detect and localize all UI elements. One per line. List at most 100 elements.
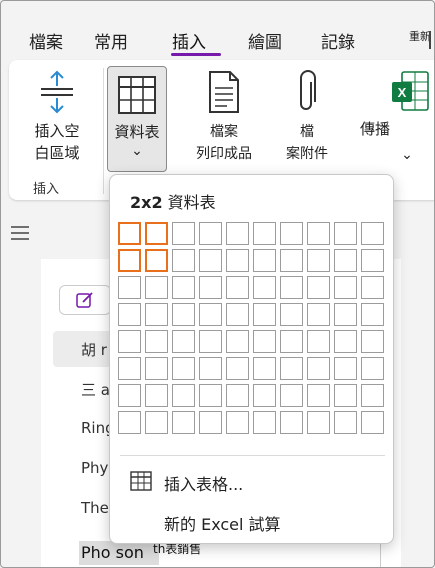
table-grid-cell[interactable] [172,249,195,272]
tab-file[interactable]: 檔案 [29,28,63,53]
table-grid-cell[interactable] [280,303,303,326]
table-grid-cell[interactable] [253,411,276,434]
table-grid-cell[interactable] [334,330,357,353]
table-grid-cell[interactable] [118,222,141,245]
table-grid-cell[interactable] [172,303,195,326]
table-grid-cell[interactable] [226,303,249,326]
table-grid-cell[interactable] [118,330,141,353]
table-grid-cell[interactable] [172,357,195,380]
table-grid-cell[interactable] [199,357,222,380]
table-button[interactable]: 資料表 ⌄ [107,66,167,172]
table-grid-cell[interactable] [307,222,330,245]
table-grid-cell[interactable] [253,357,276,380]
table-grid-cell[interactable] [145,222,168,245]
table-grid-cell[interactable] [226,384,249,407]
table-grid-cell[interactable] [145,303,168,326]
table-grid-cell[interactable] [199,330,222,353]
tab-insert[interactable]: 插入 [172,28,206,53]
table-grid-cell[interactable] [172,384,195,407]
table-grid-cell[interactable] [307,357,330,380]
table-grid-cell[interactable] [145,276,168,299]
table-grid-cell[interactable] [199,249,222,272]
table-grid-cell[interactable] [307,249,330,272]
table-grid-cell[interactable] [199,222,222,245]
table-grid-cell[interactable] [334,303,357,326]
table-grid-cell[interactable] [361,330,384,353]
new-excel-spreadsheet-menu-item[interactable]: 新的 Excel 試算 [164,511,281,535]
table-grid-cell[interactable] [145,384,168,407]
page-item-title[interactable]: Pho son [81,543,144,562]
table-grid-cell[interactable] [361,222,384,245]
table-grid-cell[interactable] [172,411,195,434]
table-grid-cell[interactable] [280,249,303,272]
table-grid-cell[interactable] [226,357,249,380]
table-grid-cell[interactable] [253,249,276,272]
tab-record[interactable]: 記錄 [321,28,355,53]
table-grid-cell[interactable] [361,384,384,407]
table-grid-cell[interactable] [253,303,276,326]
table-grid-cell[interactable] [118,249,141,272]
table-grid-cell[interactable] [280,357,303,380]
table-grid-cell[interactable] [199,276,222,299]
table-grid-cell[interactable] [145,357,168,380]
table-grid-cell[interactable] [361,276,384,299]
tab-more[interactable]: 重新 [409,28,431,44]
table-grid-cell[interactable] [280,384,303,407]
list-item[interactable]: 胡 r [81,339,107,360]
table-grid-cell[interactable] [253,222,276,245]
spreadsheet-button[interactable]: X 傳播 ⌄ [355,70,434,163]
table-grid-cell[interactable] [226,330,249,353]
file-attachment-button[interactable]: 檔 案附件 [277,70,337,165]
table-grid-cell[interactable] [307,276,330,299]
table-grid-cell[interactable] [172,330,195,353]
table-grid-cell[interactable] [226,249,249,272]
table-grid-cell[interactable] [361,249,384,272]
table-grid-cell[interactable] [334,222,357,245]
table-grid-cell[interactable] [118,303,141,326]
table-grid-cell[interactable] [118,411,141,434]
table-grid-cell[interactable] [280,276,303,299]
table-grid-cell[interactable] [199,303,222,326]
table-grid-cell[interactable] [280,411,303,434]
file-printout-button[interactable]: 檔案 列印成品 [189,70,259,165]
table-grid-cell[interactable] [226,222,249,245]
tab-draw[interactable]: 繪圖 [248,28,282,53]
table-grid-cell[interactable] [361,303,384,326]
table-grid-cell[interactable] [145,249,168,272]
table-grid-cell[interactable] [226,411,249,434]
tab-home[interactable]: 常用 [94,28,128,53]
table-grid-cell[interactable] [361,411,384,434]
list-item[interactable]: The [81,499,109,517]
table-grid-cell[interactable] [199,411,222,434]
list-item[interactable]: Phy [81,459,108,477]
table-grid-cell[interactable] [253,330,276,353]
table-grid-cell[interactable] [307,330,330,353]
table-grid-cell[interactable] [280,222,303,245]
table-grid-cell[interactable] [307,411,330,434]
table-grid-cell[interactable] [199,384,222,407]
insert-table-menu-item[interactable]: 插入表格... [164,471,243,495]
table-grid-cell[interactable] [253,276,276,299]
table-grid-cell[interactable] [334,276,357,299]
table-grid-cell[interactable] [334,249,357,272]
table-grid-cell[interactable] [118,357,141,380]
table-grid-cell[interactable] [172,276,195,299]
table-grid-cell[interactable] [145,330,168,353]
table-grid-cell[interactable] [334,357,357,380]
table-grid-cell[interactable] [145,411,168,434]
list-item[interactable]: 三 a [81,379,110,400]
table-grid-cell[interactable] [361,357,384,380]
table-grid-cell[interactable] [118,384,141,407]
table-grid-cell[interactable] [334,384,357,407]
table-grid-cell[interactable] [280,330,303,353]
insert-space-button[interactable]: 插入空 白區域 [21,70,93,164]
new-page-button[interactable] [59,285,111,315]
table-grid-cell[interactable] [253,384,276,407]
table-grid-cell[interactable] [118,276,141,299]
table-grid-cell[interactable] [172,222,195,245]
table-grid-cell[interactable] [307,303,330,326]
hamburger-menu-icon[interactable] [11,226,29,240]
table-grid-cell[interactable] [334,411,357,434]
table-grid-cell[interactable] [307,384,330,407]
table-grid-cell[interactable] [226,276,249,299]
